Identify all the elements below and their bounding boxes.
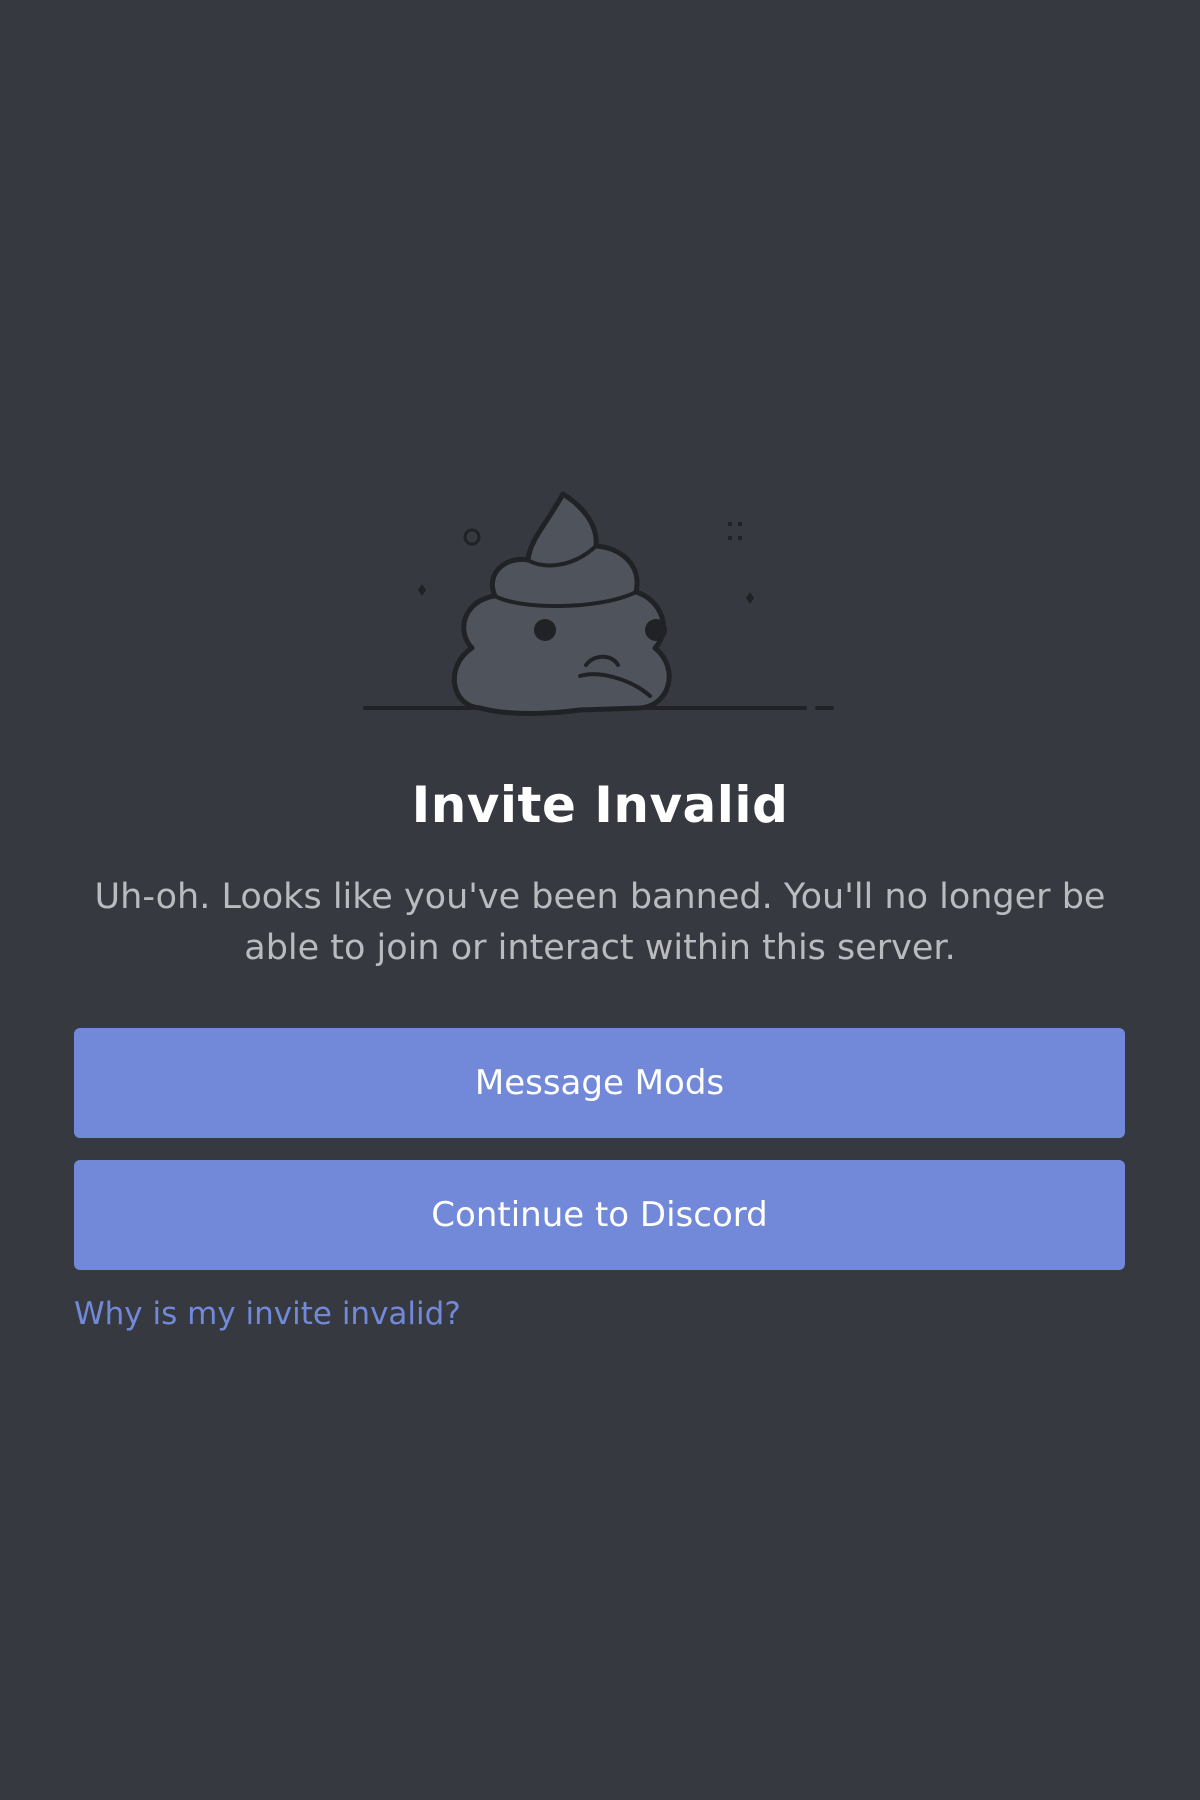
invite-invalid-help-link[interactable]: Why is my invite invalid? (74, 1296, 461, 1332)
message-mods-button[interactable]: Message Mods (74, 1028, 1125, 1138)
continue-to-discord-button[interactable]: Continue to Discord (74, 1160, 1125, 1270)
ban-message: Uh-oh. Looks like you've been banned. Yo… (94, 877, 1106, 968)
sparkle-right (746, 592, 754, 604)
sparkle-circle (463, 528, 481, 546)
right-eye (645, 619, 667, 641)
page-title: Invite Invalid (411, 776, 789, 834)
poop-body (451, 491, 672, 716)
sad-poop-icon (363, 491, 834, 716)
left-eye (534, 619, 556, 641)
sparkle-dots (728, 522, 742, 540)
sparkle-left (418, 584, 426, 596)
